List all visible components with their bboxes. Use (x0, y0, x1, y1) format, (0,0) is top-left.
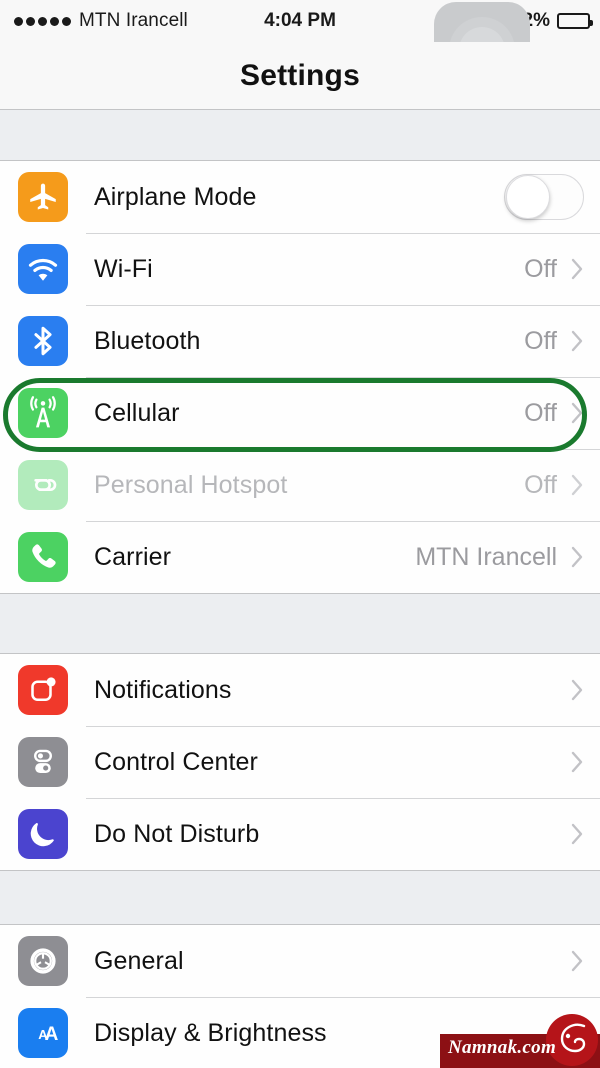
settings-row-do-not-disturb[interactable]: Do Not Disturb (0, 798, 600, 870)
chevron-right-icon (571, 402, 584, 424)
section-gap-top (0, 111, 600, 160)
airplane-icon (18, 172, 68, 222)
chevron-right-icon (571, 751, 584, 773)
settings-row-bluetooth[interactable]: Bluetooth Off (0, 305, 600, 377)
settings-row-control-center[interactable]: Control Center (0, 726, 600, 798)
settings-row-label: Do Not Disturb (94, 819, 260, 848)
watermark-text: Namnak.com (448, 1037, 557, 1058)
settings-row-value: MTN Irancell (415, 542, 557, 571)
settings-section-connectivity: Airplane Mode Wi-Fi Off Bluetooth Off Ce… (0, 160, 600, 594)
settings-row-control: Off (524, 255, 584, 284)
display-brightness-icon: A A (18, 1008, 68, 1058)
settings-section-notifications: Notifications Control Center Do Not Dist… (0, 653, 600, 871)
settings-scroll-area[interactable]: Airplane Mode Wi-Fi Off Bluetooth Off Ce… (0, 111, 600, 1068)
chevron-right-icon (571, 546, 584, 568)
wifi-icon (18, 244, 68, 294)
settings-row-control: Off (524, 327, 584, 356)
battery-icon (557, 13, 593, 29)
settings-row-control (557, 823, 584, 845)
iphone-settings-screen: MTN Irancell 4:04 PM 42% Settings Airpla… (0, 0, 600, 1068)
chevron-right-icon (571, 258, 584, 280)
navigation-bar: Settings (0, 42, 600, 110)
cellular-icon (18, 388, 68, 438)
settings-row-value: Off (524, 398, 557, 427)
settings-row-label: General (94, 946, 184, 975)
chevron-right-icon (571, 330, 584, 352)
chevron-right-icon (571, 823, 584, 845)
section-gap-2 (0, 871, 600, 924)
settings-row-control (557, 950, 584, 972)
control-center-icon (18, 737, 68, 787)
settings-row-label: Wi-Fi (94, 254, 153, 283)
settings-row-label: Display & Brightness (94, 1018, 327, 1047)
phone-icon (18, 532, 68, 582)
settings-row-wifi[interactable]: Wi-Fi Off (0, 233, 600, 305)
settings-row-cellular[interactable]: Cellular Off (0, 377, 600, 449)
settings-row-control (557, 679, 584, 701)
settings-row-personal-hotspot[interactable]: Personal Hotspot Off (0, 449, 600, 521)
settings-row-notifications[interactable]: Notifications (0, 654, 600, 726)
settings-row-value: Off (524, 254, 557, 283)
settings-row-label: Personal Hotspot (94, 470, 288, 499)
settings-row-value: Off (524, 326, 557, 355)
settings-row-value: Off (524, 470, 557, 499)
notifications-icon (18, 665, 68, 715)
moon-icon (18, 809, 68, 859)
chevron-right-icon (571, 679, 584, 701)
settings-row-control: Off (524, 471, 584, 500)
settings-row-control (557, 751, 584, 773)
chevron-right-icon (571, 950, 584, 972)
svg-text:A: A (45, 1024, 59, 1045)
watermark: Namnak.com (440, 1014, 600, 1068)
settings-row-control: MTN Irancell (415, 543, 584, 572)
settings-row-label: Control Center (94, 747, 258, 776)
settings-row-label: Bluetooth (94, 326, 201, 355)
settings-row-general[interactable]: General (0, 925, 600, 997)
personal-hotspot-icon (18, 460, 68, 510)
settings-row-label: Carrier (94, 542, 172, 571)
settings-row-airplane-mode[interactable]: Airplane Mode (0, 161, 600, 233)
settings-row-control: Off (524, 399, 584, 428)
page-title: Settings (240, 58, 360, 92)
settings-row-control (504, 174, 584, 220)
settings-row-label: Cellular (94, 398, 180, 427)
airplane-mode-toggle[interactable] (504, 174, 584, 220)
settings-row-label: Notifications (94, 675, 232, 704)
gear-icon (18, 936, 68, 986)
section-gap-1 (0, 594, 600, 653)
bluetooth-icon (18, 316, 68, 366)
chevron-right-icon (571, 474, 584, 496)
settings-row-carrier[interactable]: Carrier MTN Irancell (0, 521, 600, 593)
settings-row-label: Airplane Mode (94, 182, 257, 211)
